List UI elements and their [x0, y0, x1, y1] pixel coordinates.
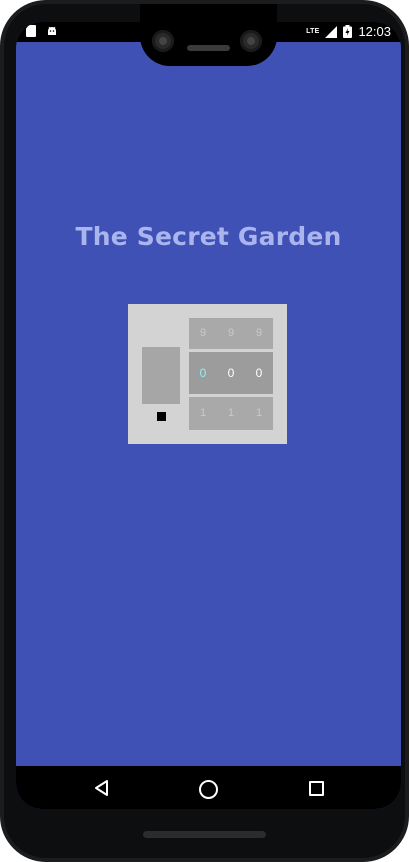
dial-3-below[interactable]: 1 — [245, 397, 273, 430]
front-sensor-icon — [240, 30, 262, 52]
dial-3-value[interactable]: 0 — [245, 352, 273, 394]
recents-icon[interactable] — [309, 781, 324, 796]
dial-2-above[interactable]: 9 — [217, 318, 245, 349]
dial-row-current: 0 0 0 — [189, 352, 273, 394]
network-type: LTE — [306, 28, 320, 35]
home-icon[interactable] — [199, 780, 218, 799]
front-camera-icon — [152, 30, 174, 52]
battery-icon — [343, 25, 353, 38]
dial-2-value[interactable]: 0 — [217, 352, 245, 394]
dial-2-below[interactable]: 1 — [217, 397, 245, 430]
back-icon[interactable] — [92, 778, 112, 798]
navigation-bar — [16, 766, 401, 809]
bottom-speaker — [143, 831, 266, 838]
combination-lock: 9 9 9 0 0 0 1 1 1 — [128, 304, 287, 444]
earpiece-speaker — [187, 45, 230, 51]
unlock-button[interactable] — [157, 412, 166, 421]
dial-1-below[interactable]: 1 — [189, 397, 217, 430]
page-title: The Secret Garden — [75, 222, 342, 251]
dial-1-value[interactable]: 0 — [189, 352, 217, 394]
phone-frame: LTE 12:03 The Secret Garden 9 9 9 0 0 0 … — [0, 0, 409, 862]
dial-row-above: 9 9 9 — [189, 318, 273, 349]
android-icon — [48, 26, 56, 35]
dial-3-above[interactable]: 9 — [245, 318, 273, 349]
dial-row-below: 1 1 1 — [189, 397, 273, 430]
dial-panel: 9 9 9 0 0 0 1 1 1 — [189, 318, 273, 430]
lock-window — [142, 347, 180, 404]
dial-1-above[interactable]: 9 — [189, 318, 217, 349]
notch — [140, 4, 277, 66]
screen: LTE 12:03 The Secret Garden 9 9 9 0 0 0 … — [16, 22, 401, 809]
signal-icon — [325, 25, 338, 38]
clock: 12:03 — [358, 24, 391, 39]
sdcard-icon — [26, 25, 36, 37]
phone-bezel: LTE 12:03 The Secret Garden 9 9 9 0 0 0 … — [4, 4, 405, 858]
